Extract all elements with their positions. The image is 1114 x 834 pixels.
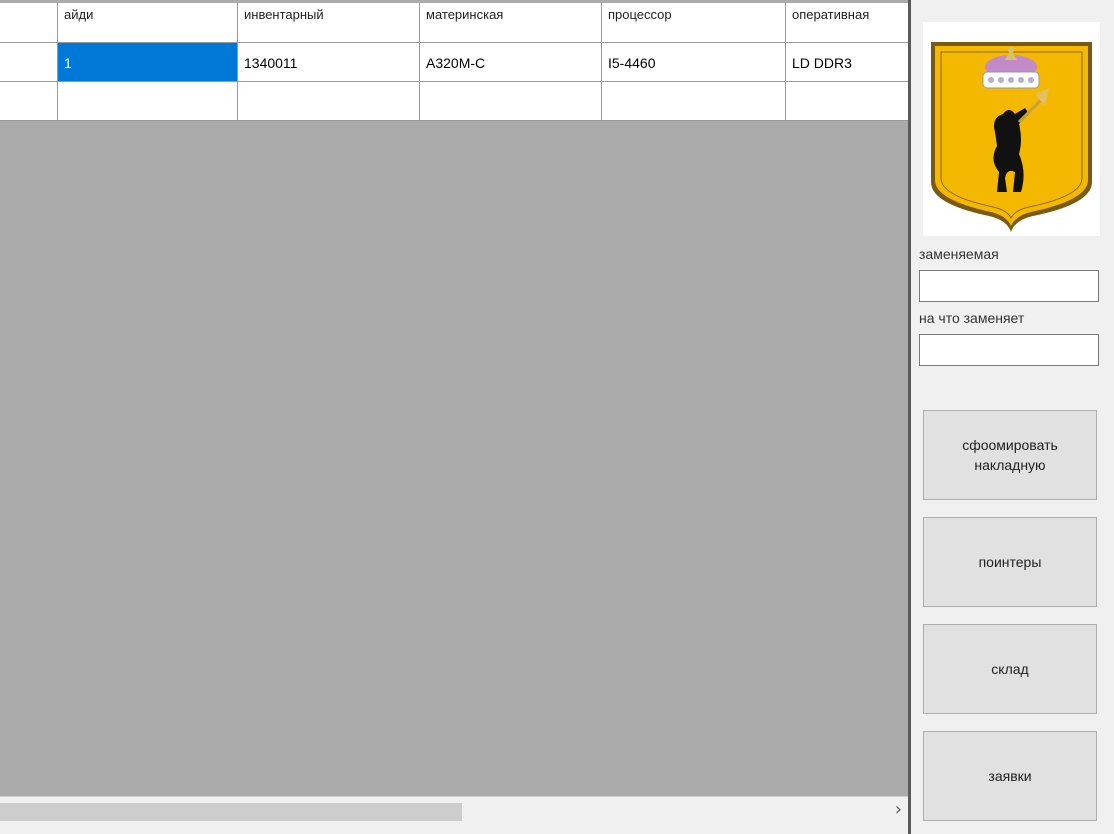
warehouse-button[interactable]: склад [923, 624, 1097, 714]
coat-of-arms-icon [931, 42, 1092, 232]
column-header-ram[interactable]: оперативная [786, 3, 908, 43]
column-header-motherboard[interactable]: материнская [420, 3, 602, 43]
replacement-label: на что заменяет [919, 310, 1025, 326]
column-header-id[interactable]: айди [58, 3, 238, 43]
table-cell-motherboard[interactable]: A320M-C [420, 43, 602, 82]
replaced-input[interactable] [919, 270, 1099, 302]
scrollbar-thumb[interactable] [0, 803, 462, 821]
column-header-processor[interactable]: процессор [602, 3, 786, 43]
table-cell-motherboard[interactable] [420, 82, 602, 121]
coat-of-arms-logo [923, 22, 1100, 236]
generate-invoice-button[interactable]: сфоомировать накладную [923, 410, 1097, 500]
printers-button[interactable]: поинтеры [923, 517, 1097, 607]
replaced-label: заменяемая [919, 246, 999, 262]
requests-button[interactable]: заявки [923, 731, 1097, 821]
scroll-right-arrow-icon[interactable]: › [895, 799, 902, 820]
table-cell-id[interactable]: 1 [58, 43, 238, 82]
table-cell-inventory[interactable]: 1340011 [238, 43, 420, 82]
table-row[interactable]: 1 1340011 A320M-C I5-4460 LD DDR3 [0, 43, 908, 82]
table-row-new[interactable] [0, 82, 908, 121]
grid-header-row: айди инвентарный материнская процессор о… [0, 3, 908, 43]
side-panel: заменяемая на что заменяет сфоомировать … [911, 0, 1114, 834]
data-grid[interactable]: айди инвентарный материнская процессор о… [0, 0, 908, 826]
horizontal-scrollbar[interactable]: › [0, 796, 908, 826]
row-header-corner[interactable] [0, 3, 58, 43]
table-cell-ram[interactable]: LD DDR3 [786, 43, 908, 82]
table-cell-processor[interactable] [602, 82, 786, 121]
row-header[interactable] [0, 82, 58, 121]
table-cell-processor[interactable]: I5-4460 [602, 43, 786, 82]
row-header[interactable] [0, 43, 58, 82]
replacement-input[interactable] [919, 334, 1099, 366]
table-cell-id[interactable] [58, 82, 238, 121]
table-cell-ram[interactable] [786, 82, 908, 121]
table-cell-inventory[interactable] [238, 82, 420, 121]
column-header-inventory[interactable]: инвентарный [238, 3, 420, 43]
